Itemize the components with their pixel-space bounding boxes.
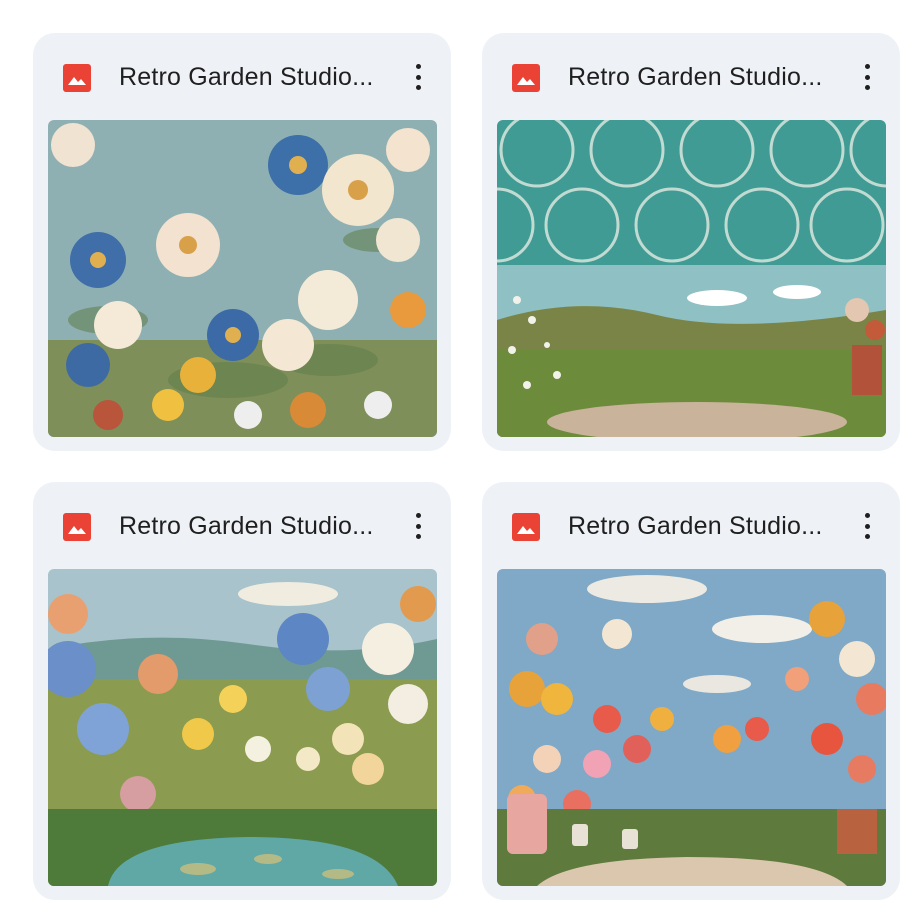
file-thumbnail[interactable]: [497, 569, 886, 886]
more-vert-icon[interactable]: [409, 61, 427, 93]
file-name[interactable]: Retro Garden Studio...: [568, 60, 840, 94]
file-thumbnail[interactable]: [48, 569, 437, 886]
file-thumbnail[interactable]: [48, 120, 437, 437]
image-file-icon: [63, 513, 91, 541]
file-card-header: Retro Garden Studio...: [482, 482, 900, 568]
file-name[interactable]: Retro Garden Studio...: [568, 509, 840, 543]
file-card[interactable]: Retro Garden Studio...: [482, 33, 900, 451]
file-card[interactable]: Retro Garden Studio...: [33, 33, 451, 451]
image-file-icon: [512, 513, 540, 541]
image-file-icon: [63, 64, 91, 92]
image-file-icon: [512, 64, 540, 92]
file-card-header: Retro Garden Studio...: [33, 482, 451, 568]
file-card[interactable]: Retro Garden Studio...: [482, 482, 900, 900]
file-card-header: Retro Garden Studio...: [482, 33, 900, 119]
file-thumbnail[interactable]: [497, 120, 886, 437]
more-vert-icon[interactable]: [858, 61, 876, 93]
file-name[interactable]: Retro Garden Studio...: [119, 60, 391, 94]
file-name[interactable]: Retro Garden Studio...: [119, 509, 391, 543]
more-vert-icon[interactable]: [409, 510, 427, 542]
file-card[interactable]: Retro Garden Studio...: [33, 482, 451, 900]
file-card-header: Retro Garden Studio...: [33, 33, 451, 119]
more-vert-icon[interactable]: [858, 510, 876, 542]
